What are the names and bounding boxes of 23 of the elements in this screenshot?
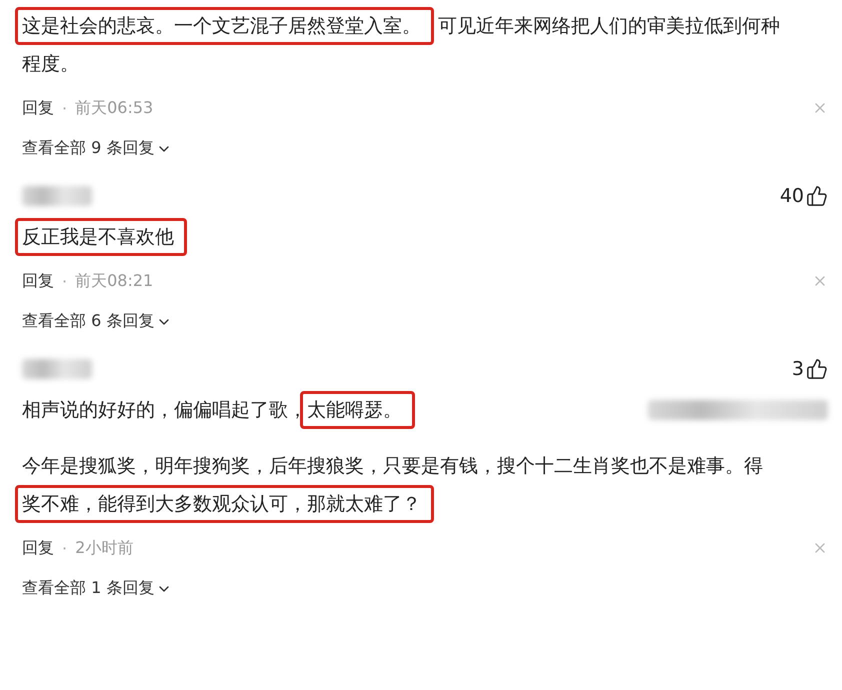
highlighted-text: 奖不难，能得到大多数观众认可，那就太难了？ [15, 485, 434, 523]
like-count: 3 [792, 358, 804, 380]
comment-time: 前天06:53 [75, 98, 154, 118]
reply-link[interactable]: 回复 [22, 98, 54, 118]
view-replies-button[interactable]: 查看全部 6 条回复 [22, 311, 172, 332]
separator-dot: · [62, 272, 68, 290]
highlighted-text: 反正我是不喜欢他 [15, 218, 187, 256]
separator-dot: · [62, 538, 68, 558]
view-replies-button[interactable]: 查看全部 9 条回复 [22, 138, 172, 159]
separator-dot: · [62, 98, 68, 118]
like-count: 40 [780, 185, 804, 207]
comment-text: 程度。 [22, 52, 79, 77]
view-replies-button[interactable]: 查看全部 1 条回复 [22, 578, 172, 599]
comment-text: 可见近年来网络把人们的审美拉低到何种 [438, 14, 780, 39]
highlighted-text: 太能嘚瑟。 [300, 391, 415, 429]
thumbs-up-icon[interactable] [806, 358, 828, 380]
comment-time: 前天08:21 [75, 270, 154, 292]
comment-text: 今年是搜狐奖，明年搜狗奖，后年搜狼奖，只要是有钱，搜个十二生肖奖也不是难事。得 [22, 454, 763, 479]
reply-link[interactable]: 回复 [22, 270, 54, 292]
thumbs-up-icon[interactable] [806, 185, 828, 207]
reply-link[interactable]: 回复 [22, 538, 54, 558]
comment-time: 2小时前 [75, 538, 134, 558]
highlighted-text: 这是社会的悲哀。一个文艺混子居然登堂入室。 [15, 7, 434, 45]
